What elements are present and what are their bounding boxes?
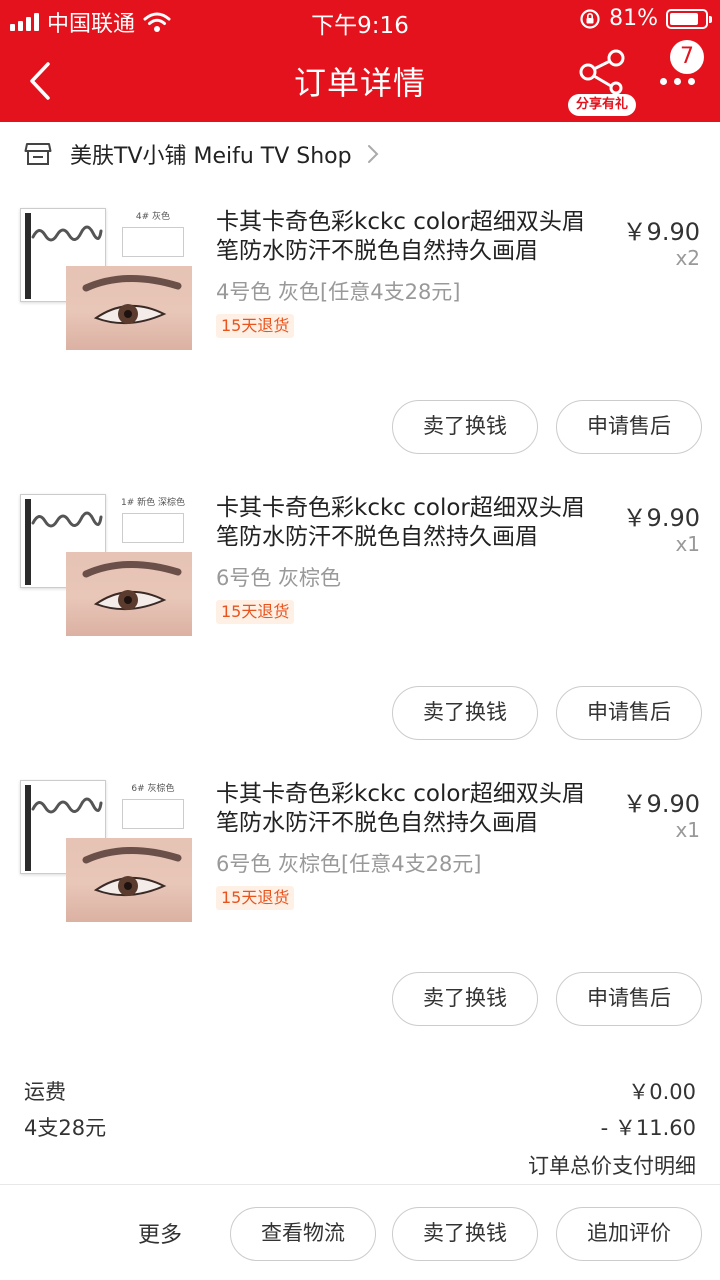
- product-image[interactable]: 6# 灰棕色: [18, 778, 194, 928]
- status-bar: 中国联通 下午9:16 81%: [0, 0, 720, 40]
- item-price: ￥9.90: [622, 790, 700, 818]
- view-logistics-button[interactable]: 查看物流: [230, 1207, 376, 1261]
- item-quantity: x1: [675, 532, 700, 556]
- order-summary: 运费 ￥0.00 4支28元 - ￥11.60 订单总价支付明细: [0, 1076, 720, 1184]
- order-item: 6# 灰棕色 卡其卡奇色彩kckc color超细双头眉笔防水防汗不脱色自然持久…: [0, 758, 720, 1044]
- product-image[interactable]: 1# 新色 深棕色: [18, 492, 194, 642]
- shipping-label: 运费: [24, 1080, 66, 1104]
- item-price: ￥9.90: [622, 218, 700, 246]
- swatch-stroke: [31, 797, 103, 814]
- item-quantity: x2: [675, 246, 700, 270]
- swatch-stroke: [31, 225, 103, 242]
- shade-label-box: 1# 新色 深棕色: [114, 492, 192, 550]
- sell-for-cash-button[interactable]: 卖了换钱: [392, 686, 538, 740]
- store-icon: [24, 143, 52, 165]
- more-menu-button[interactable]: 7: [656, 40, 712, 110]
- battery-percent: 81%: [609, 6, 658, 31]
- discount-label: 4支28元: [24, 1116, 107, 1140]
- sell-for-cash-button[interactable]: 卖了换钱: [392, 1207, 538, 1261]
- more-dots-icon: [660, 78, 695, 85]
- shade-label: 6# 灰棕色: [131, 784, 175, 794]
- shade-note-box: [122, 227, 184, 257]
- discount-row: 4支28元 - ￥11.60: [24, 1112, 696, 1142]
- product-title[interactable]: 卡其卡奇色彩kckc color超细双头眉笔防水防汗不脱色自然持久画眉: [216, 494, 606, 552]
- product-image[interactable]: 4# 灰色: [18, 206, 194, 356]
- swatch-stroke: [31, 511, 103, 528]
- after-sale-button[interactable]: 申请售后: [556, 400, 702, 454]
- battery-level: [670, 12, 698, 25]
- shade-label: 4# 灰色: [135, 212, 171, 222]
- sell-for-cash-button[interactable]: 卖了换钱: [392, 400, 538, 454]
- item-quantity: x1: [675, 818, 700, 842]
- model-eye-photo: [66, 552, 192, 636]
- model-eye-photo: [66, 266, 192, 350]
- shade-label: 1# 新色 深棕色: [121, 498, 185, 508]
- shade-label-box: 6# 灰棕色: [114, 778, 192, 836]
- message-badge: 7: [670, 40, 704, 74]
- shop-name: 美肤TV小铺 Meifu TV Shop: [70, 144, 352, 169]
- item-spec: 4号色 灰色[任意4支28元]: [216, 280, 461, 304]
- share-button[interactable]: 分享有礼: [568, 46, 638, 116]
- status-right: 81%: [579, 6, 712, 31]
- app-header: 中国联通 下午9:16 81% 订单详情 分享有礼 7: [0, 0, 720, 122]
- chevron-right-icon: [367, 145, 379, 163]
- discount-value: - ￥11.60: [600, 1116, 696, 1140]
- more-actions-button[interactable]: 更多: [138, 1217, 182, 1249]
- shop-row[interactable]: 美肤TV小铺 Meifu TV Shop: [0, 122, 720, 186]
- nav-bar: 订单详情 分享有礼 7: [0, 40, 720, 122]
- item-spec: 6号色 灰棕色: [216, 566, 342, 590]
- eye-graphic: [82, 275, 182, 325]
- rotation-lock-icon: [580, 8, 600, 29]
- eye-graphic: [82, 847, 182, 897]
- return-policy-tag: 15天退货: [216, 886, 295, 910]
- order-item: 4# 灰色 卡其卡奇色彩kckc color超细双头眉笔防水防汗不脱色自然持久画…: [0, 186, 720, 472]
- payment-detail-link[interactable]: 订单总价支付明细: [528, 1150, 696, 1180]
- share-label: 分享有礼: [568, 94, 636, 116]
- order-item: 1# 新色 深棕色 卡其卡奇色彩kckc color超细双头眉笔防水防汗不脱色自…: [0, 472, 720, 758]
- shipping-value: ￥0.00: [628, 1080, 696, 1104]
- battery-icon: [666, 8, 712, 29]
- after-sale-button[interactable]: 申请售后: [556, 686, 702, 740]
- add-review-button[interactable]: 追加评价: [556, 1207, 702, 1261]
- after-sale-button[interactable]: 申请售后: [556, 972, 702, 1026]
- shipping-row: 运费 ￥0.00: [24, 1076, 696, 1106]
- eye-graphic: [82, 561, 182, 611]
- return-policy-tag: 15天退货: [216, 314, 295, 338]
- share-icon: [579, 49, 625, 95]
- product-title[interactable]: 卡其卡奇色彩kckc color超细双头眉笔防水防汗不脱色自然持久画眉: [216, 208, 606, 266]
- shade-label-box: 4# 灰色: [114, 206, 192, 264]
- model-eye-photo: [66, 838, 192, 922]
- back-arrow-icon[interactable]: [22, 58, 62, 104]
- item-price: ￥9.90: [622, 504, 700, 532]
- sell-for-cash-button[interactable]: 卖了换钱: [392, 972, 538, 1026]
- bottom-action-bar: 更多 查看物流 卖了换钱 追加评价: [0, 1184, 720, 1280]
- item-spec: 6号色 灰棕色[任意4支28元]: [216, 852, 482, 876]
- return-policy-tag: 15天退货: [216, 600, 295, 624]
- product-title[interactable]: 卡其卡奇色彩kckc color超细双头眉笔防水防汗不脱色自然持久画眉: [216, 780, 606, 838]
- shade-note-box: [122, 799, 184, 829]
- shade-note-box: [122, 513, 184, 543]
